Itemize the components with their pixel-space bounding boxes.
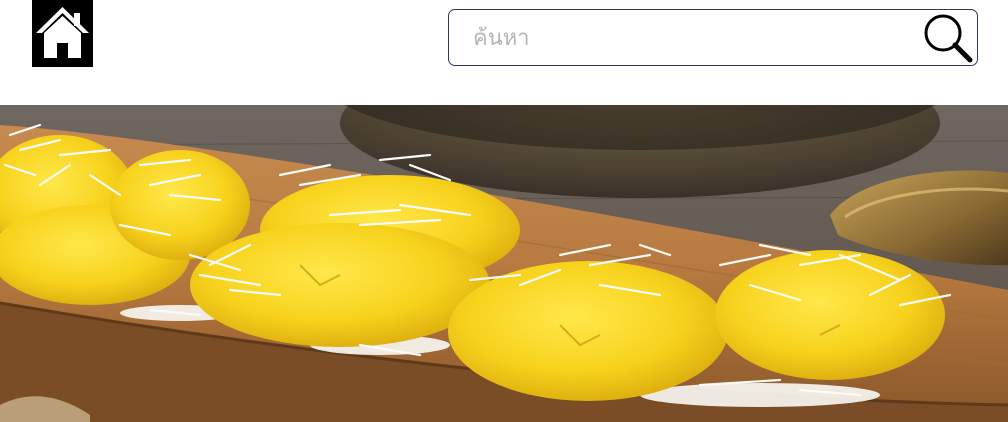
search-input[interactable]	[473, 20, 903, 56]
hero-image	[0, 105, 1008, 422]
home-icon	[32, 0, 93, 67]
search-button[interactable]	[921, 12, 975, 64]
home-button[interactable]	[32, 0, 93, 67]
search-box	[448, 9, 978, 66]
search-icon	[924, 14, 973, 63]
header-bar	[0, 0, 1008, 105]
page	[0, 0, 1008, 422]
